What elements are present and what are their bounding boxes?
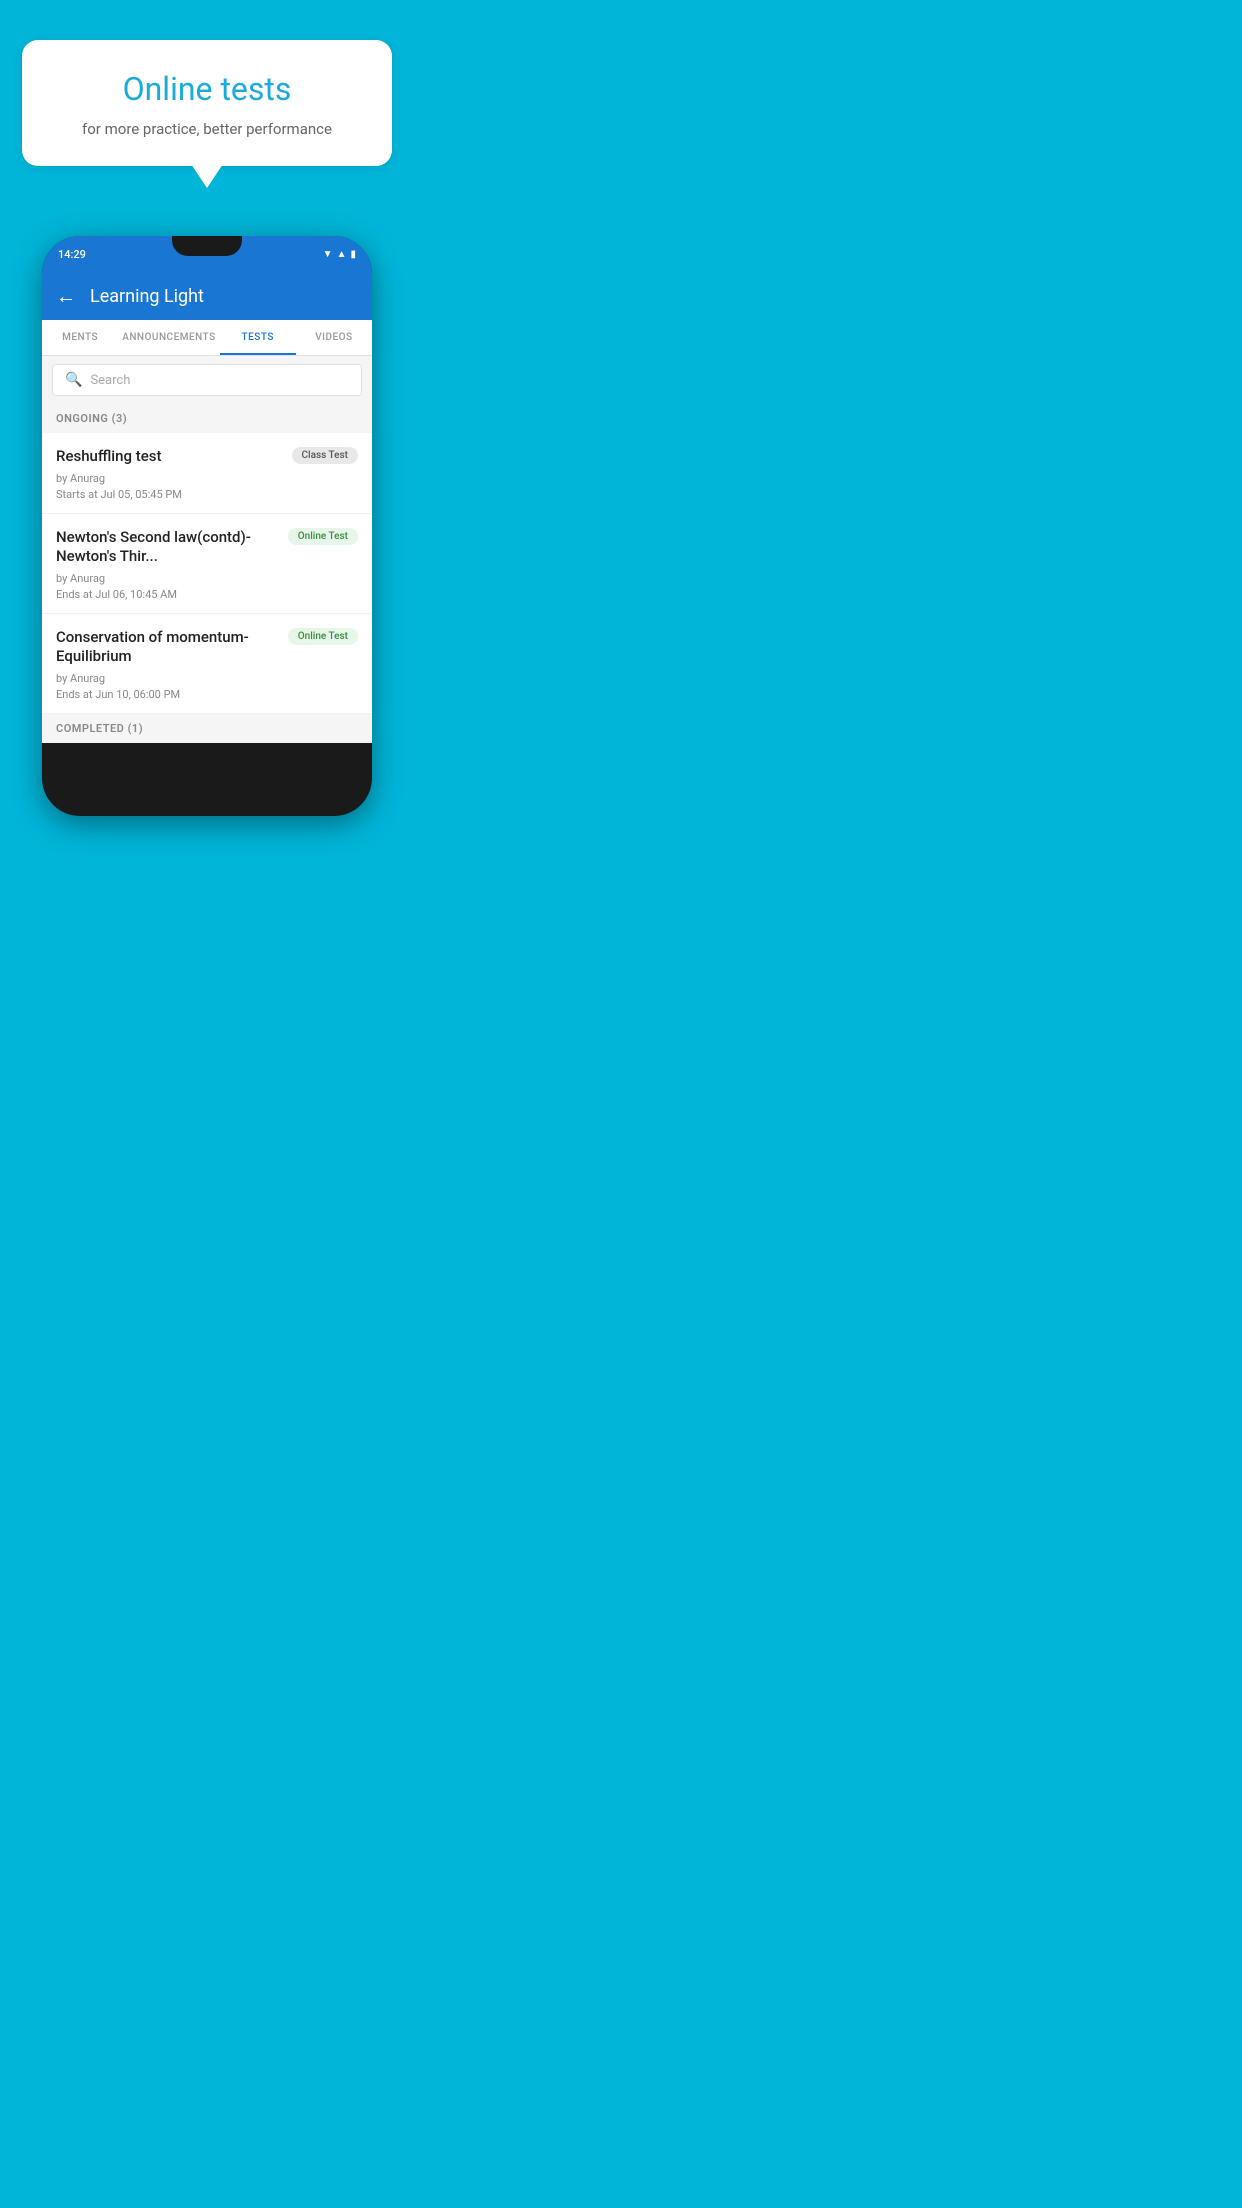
search-bar[interactable]: 🔍 Search <box>52 364 362 396</box>
phone-wrapper: 14:29 ▼ ▲ ▮ ← Learning Light MENTS ANNOU… <box>0 236 414 816</box>
status-icons: ▼ ▲ ▮ <box>323 249 356 260</box>
test-badge-1: Class Test <box>292 447 358 464</box>
test-date-1: Starts at Jul 05, 05:45 PM <box>56 488 358 501</box>
tab-ments[interactable]: MENTS <box>42 320 118 355</box>
tab-tests[interactable]: TESTS <box>220 320 296 355</box>
phone-device: 14:29 ▼ ▲ ▮ ← Learning Light MENTS ANNOU… <box>42 236 372 816</box>
test-item-1-header: Reshuffling test Class Test <box>56 447 358 467</box>
test-title-2: Newton's Second law(contd)-Newton's Thir… <box>56 528 280 567</box>
back-button[interactable]: ← <box>56 284 76 309</box>
app-bar: ← Learning Light <box>42 272 372 320</box>
test-by-2: by Anurag <box>56 572 358 585</box>
test-title-3: Conservation of momentum-Equilibrium <box>56 628 280 667</box>
test-date-2: Ends at Jul 06, 10:45 AM <box>56 588 358 601</box>
bubble-subtitle: for more practice, better performance <box>50 120 364 138</box>
tab-videos[interactable]: VIDEOS <box>296 320 372 355</box>
test-item-1[interactable]: Reshuffling test Class Test by Anurag St… <box>42 433 372 514</box>
search-icon: 🔍 <box>65 372 82 388</box>
test-badge-2: Online Test <box>288 528 358 545</box>
test-badge-3: Online Test <box>288 628 358 645</box>
status-time: 14:29 <box>58 248 86 261</box>
test-date-3: Ends at Jun 10, 06:00 PM <box>56 688 358 701</box>
completed-section-label: COMPLETED (1) <box>42 714 372 743</box>
test-item-3-header: Conservation of momentum-Equilibrium Onl… <box>56 628 358 667</box>
test-by-1: by Anurag <box>56 472 358 485</box>
battery-icon: ▮ <box>350 249 356 260</box>
bubble-title: Online tests <box>50 70 364 108</box>
app-bar-title: Learning Light <box>90 286 204 307</box>
content-area: Reshuffling test Class Test by Anurag St… <box>42 433 372 714</box>
status-bar: 14:29 ▼ ▲ ▮ <box>42 236 372 272</box>
tabs-bar: MENTS ANNOUNCEMENTS TESTS VIDEOS <box>42 320 372 356</box>
test-by-3: by Anurag <box>56 672 358 685</box>
test-title-1: Reshuffling test <box>56 447 284 467</box>
hero-section: Online tests for more practice, better p… <box>0 0 414 186</box>
speech-bubble: Online tests for more practice, better p… <box>22 40 392 166</box>
search-placeholder: Search <box>90 373 130 388</box>
test-item-2-header: Newton's Second law(contd)-Newton's Thir… <box>56 528 358 567</box>
signal-icon: ▲ <box>337 249 347 260</box>
test-item-3[interactable]: Conservation of momentum-Equilibrium Onl… <box>42 614 372 714</box>
wifi-icon: ▼ <box>323 249 333 260</box>
test-item-2[interactable]: Newton's Second law(contd)-Newton's Thir… <box>42 514 372 614</box>
tab-announcements[interactable]: ANNOUNCEMENTS <box>118 320 219 355</box>
search-wrapper: 🔍 Search <box>42 356 372 404</box>
phone-notch <box>172 236 242 256</box>
ongoing-section-label: ONGOING (3) <box>42 404 372 433</box>
